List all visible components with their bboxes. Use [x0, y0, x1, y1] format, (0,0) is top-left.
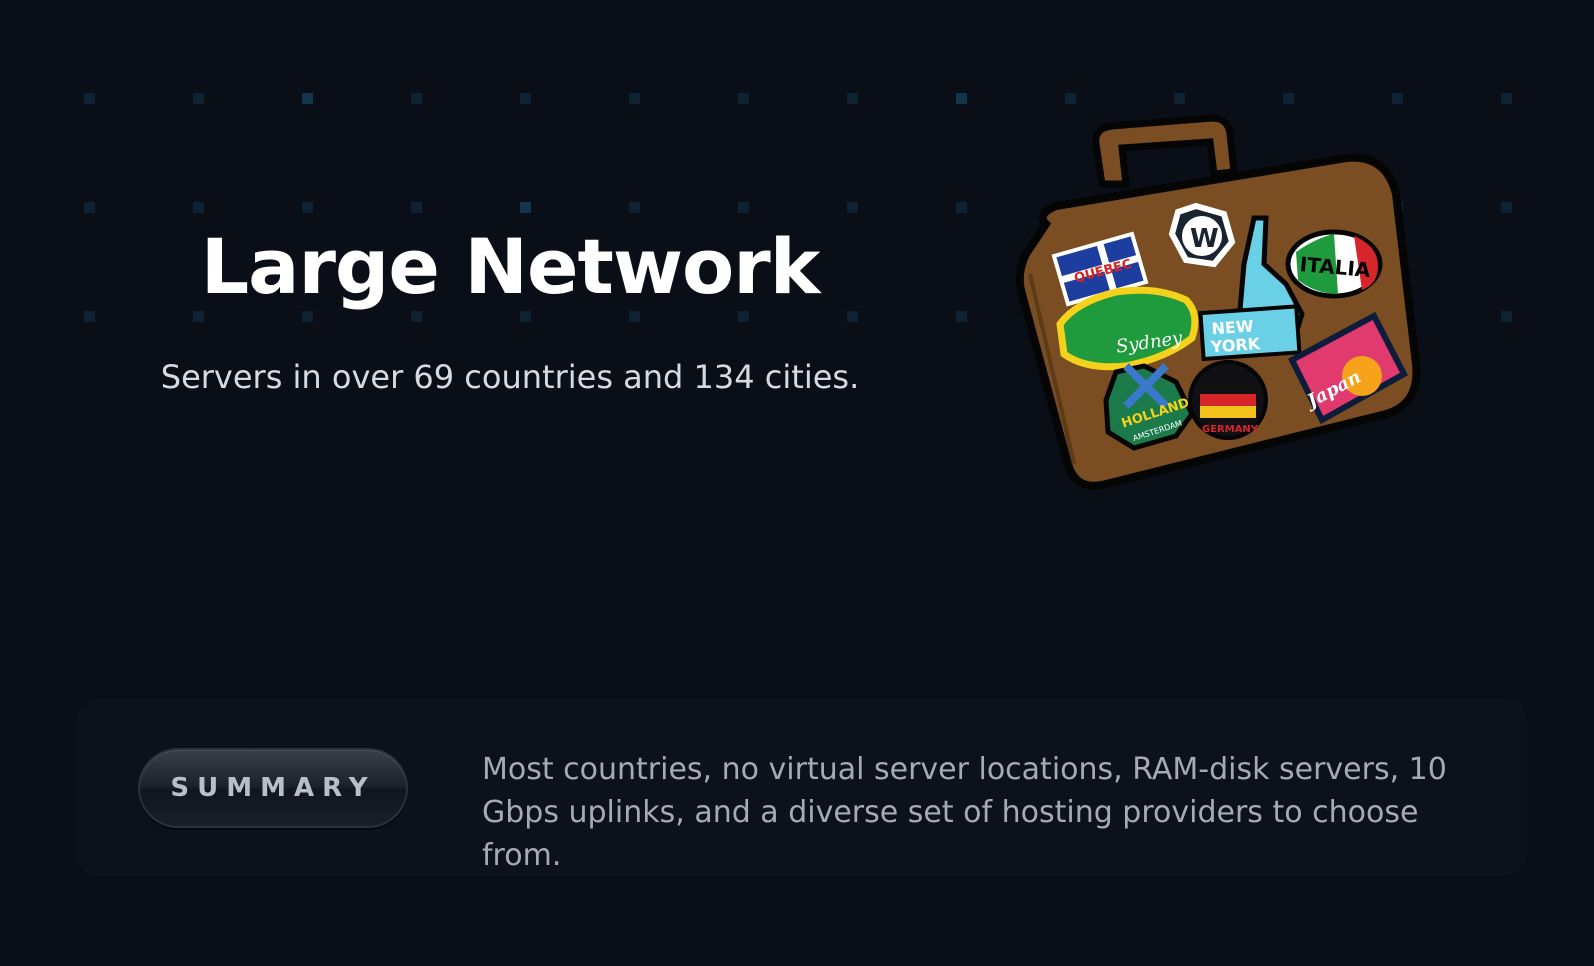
grid-dot: [1283, 93, 1294, 104]
svg-text:YORK: YORK: [1209, 334, 1261, 357]
grid-dot: [193, 93, 204, 104]
svg-text:GERMANY: GERMANY: [1202, 424, 1259, 435]
sticker-germany: GERMANY: [1188, 360, 1268, 440]
grid-dot: [302, 93, 313, 104]
grid-dot: [956, 93, 967, 104]
grid-dot: [738, 202, 749, 213]
grid-dot: [629, 311, 640, 322]
grid-dot: [956, 202, 967, 213]
grid-dot: [411, 311, 422, 322]
grid-dot: [629, 202, 640, 213]
grid-dot: [520, 202, 531, 213]
page-subtitle: Servers in over 69 countries and 134 cit…: [160, 358, 860, 396]
grid-dot: [847, 202, 858, 213]
grid-dot: [520, 311, 531, 322]
grid-dot: [956, 311, 967, 322]
grid-dot: [629, 93, 640, 104]
sticker-italia: ITALIA: [1285, 229, 1383, 299]
grid-dot: [193, 311, 204, 322]
grid-dot: [738, 311, 749, 322]
grid-dot: [847, 93, 858, 104]
grid-dot: [1065, 93, 1076, 104]
summary-text: Most countries, no virtual server locati…: [482, 752, 1447, 873]
suitcase-handle: [1092, 114, 1238, 188]
summary-card: SUMMARY Most countries, no virtual serve…: [76, 698, 1527, 876]
grid-dot: [411, 93, 422, 104]
sticker-w-logo: W: [1168, 202, 1236, 268]
grid-dot: [1501, 202, 1512, 213]
summary-button[interactable]: SUMMARY: [138, 748, 408, 828]
grid-dot: [302, 311, 313, 322]
suitcase-illustration: QUEBEC W ITALIA Sydney NEW YORK HOLLAND …: [1016, 114, 1421, 490]
grid-dot: [84, 202, 95, 213]
grid-dot: [1501, 93, 1512, 104]
grid-dot: [84, 93, 95, 104]
grid-dot: [1392, 93, 1403, 104]
grid-dot: [193, 202, 204, 213]
grid-dot: [411, 202, 422, 213]
grid-dot: [302, 202, 313, 213]
grid-dot: [84, 311, 95, 322]
grid-dot: [1174, 93, 1185, 104]
grid-dot: [847, 311, 858, 322]
grid-dot: [1501, 311, 1512, 322]
svg-text:W: W: [1190, 224, 1219, 254]
grid-dot: [520, 93, 531, 104]
grid-dot: [738, 93, 749, 104]
page-title: Large Network: [200, 222, 821, 311]
